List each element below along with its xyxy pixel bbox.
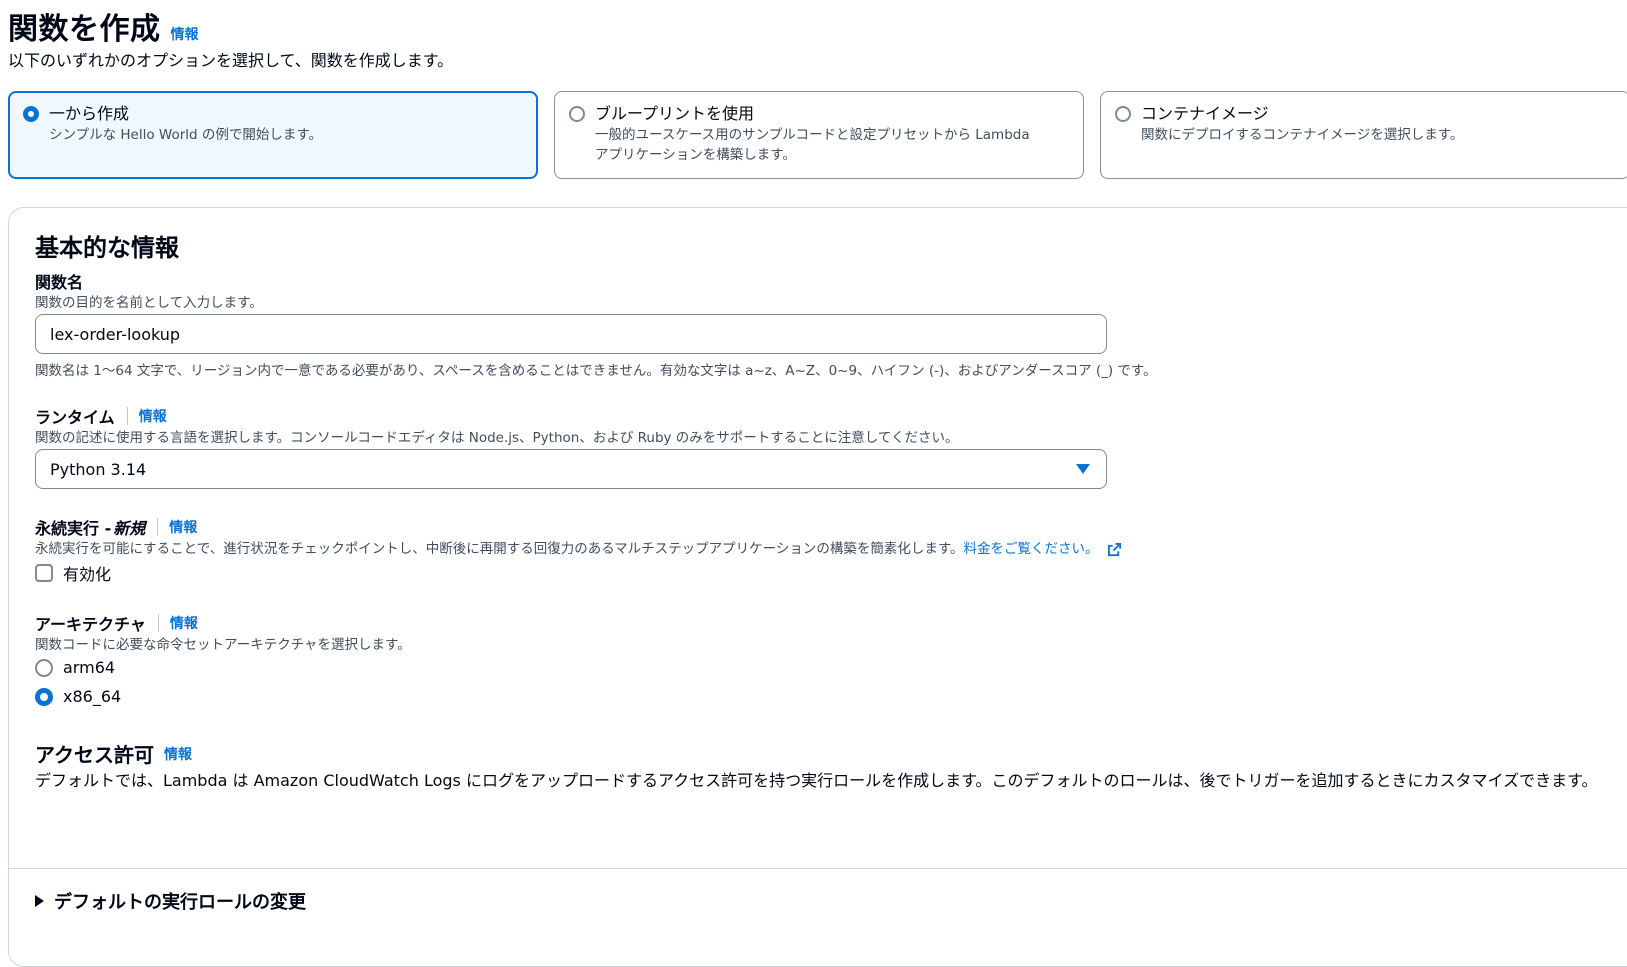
- checkbox-icon[interactable]: [35, 564, 53, 582]
- durable-description-row: 永続実行を可能にすることで、進行状況をチェックポイントし、中断後に再開する回復力…: [35, 537, 1122, 557]
- new-tag: 新規: [113, 519, 146, 538]
- info-link[interactable]: 情報: [171, 24, 199, 44]
- option-description: 一般的ユースケース用のサンプルコードと設定プリセットから Lambda アプリケ…: [595, 127, 1030, 163]
- expander-label: デフォルトの実行ロールの変更: [54, 892, 306, 913]
- durable-description: 永続実行を可能にすることで、進行状況をチェックポイントし、中断後に再開する回復力…: [35, 541, 964, 557]
- permissions-text: デフォルトでは、Lambda は Amazon CloudWatch Logs …: [35, 771, 1598, 790]
- radio-unselected-icon[interactable]: [1115, 106, 1131, 122]
- option-container-image[interactable]: コンテナイメージ 関数にデプロイするコンテナイメージを選択します。: [1100, 91, 1627, 179]
- creation-options: 一から作成 シンプルな Hello World の例で開始します。 ブループリン…: [8, 91, 1627, 179]
- option-use-blueprint[interactable]: ブループリントを使用 一般的ユースケース用のサンプルコードと設定プリセットから …: [554, 91, 1084, 179]
- radio-unselected-icon[interactable]: [569, 106, 585, 122]
- architecture-info-link[interactable]: 情報: [170, 613, 198, 633]
- runtime-label-row: ランタイム 情報: [35, 404, 167, 428]
- option-description: 関数にデプロイするコンテナイメージを選択します。: [1141, 127, 1464, 143]
- checkbox-label: 有効化: [63, 565, 112, 584]
- radio-unselected-icon[interactable]: [35, 658, 53, 677]
- section-divider: [9, 868, 1627, 869]
- architecture-option-label: x86_64: [63, 687, 122, 706]
- option-description: シンプルな Hello World の例で開始します。: [49, 127, 323, 143]
- architecture-label-row: アーキテクチャ 情報: [35, 611, 198, 635]
- durable-info-link[interactable]: 情報: [169, 517, 197, 537]
- function-name-label: 関数名: [35, 273, 84, 292]
- runtime-info-link[interactable]: 情報: [139, 406, 167, 426]
- architecture-description: 関数コードに必要な命令セットアーキテクチャを選択します。: [35, 637, 411, 653]
- function-name-input[interactable]: lex-order-lookup: [35, 314, 1107, 354]
- architecture-option-label: arm64: [63, 658, 116, 677]
- caret-right-icon: [35, 895, 44, 907]
- function-name-description: 関数の目的を名前として入力します。: [35, 295, 263, 311]
- radio-selected-icon[interactable]: [35, 687, 53, 706]
- option-author-from-scratch[interactable]: 一から作成 シンプルな Hello World の例で開始します。: [8, 91, 538, 179]
- option-title: コンテナイメージ: [1141, 104, 1269, 123]
- function-name-constraint: 関数名は 1〜64 文字で、リージョン内で一意である必要があり、スペースを含める…: [35, 363, 1157, 379]
- durable-enable-checkbox[interactable]: 有効化: [35, 561, 111, 585]
- page-header: 関数を作成 情報: [8, 4, 199, 48]
- page-description: 以下のいずれかのオプションを選択して、関数を作成します。: [8, 51, 454, 70]
- caret-down-icon: [1076, 464, 1090, 474]
- change-default-role-expander[interactable]: デフォルトの実行ロールの変更: [35, 888, 306, 914]
- section-heading: 基本的な情報: [35, 234, 179, 262]
- runtime-label: ランタイム: [35, 408, 115, 427]
- runtime-description: 関数の記述に使用する言語を選択します。コンソールコードエディタは Node.js…: [35, 430, 959, 446]
- durable-label: 永続実行 -: [35, 519, 112, 538]
- durable-label-row: 永続実行 - 新規 情報: [35, 515, 197, 539]
- permissions-info-link[interactable]: 情報: [164, 744, 192, 764]
- permissions-heading: アクセス許可: [35, 743, 154, 767]
- pricing-link[interactable]: 料金をご覧ください。: [964, 541, 1099, 557]
- function-name-value: lex-order-lookup: [50, 324, 181, 344]
- architecture-option-arm64[interactable]: arm64: [35, 658, 115, 677]
- option-title: 一から作成: [49, 104, 130, 123]
- architecture-label: アーキテクチャ: [35, 615, 146, 634]
- option-title: ブループリントを使用: [595, 104, 755, 123]
- page-title: 関数を作成: [8, 12, 161, 47]
- divider: [157, 518, 159, 536]
- divider: [126, 407, 128, 425]
- architecture-option-x86_64[interactable]: x86_64: [35, 687, 121, 706]
- divider: [157, 614, 159, 632]
- radio-selected-icon[interactable]: [23, 106, 39, 122]
- permissions-label-row: アクセス許可 情報: [35, 739, 192, 768]
- runtime-select[interactable]: Python 3.14: [35, 449, 1107, 489]
- external-link-icon[interactable]: [1107, 542, 1122, 557]
- basic-info-panel: 基本的な情報 関数名 関数の目的を名前として入力します。 lex-order-l…: [8, 207, 1627, 967]
- runtime-value: Python 3.14: [50, 459, 147, 479]
